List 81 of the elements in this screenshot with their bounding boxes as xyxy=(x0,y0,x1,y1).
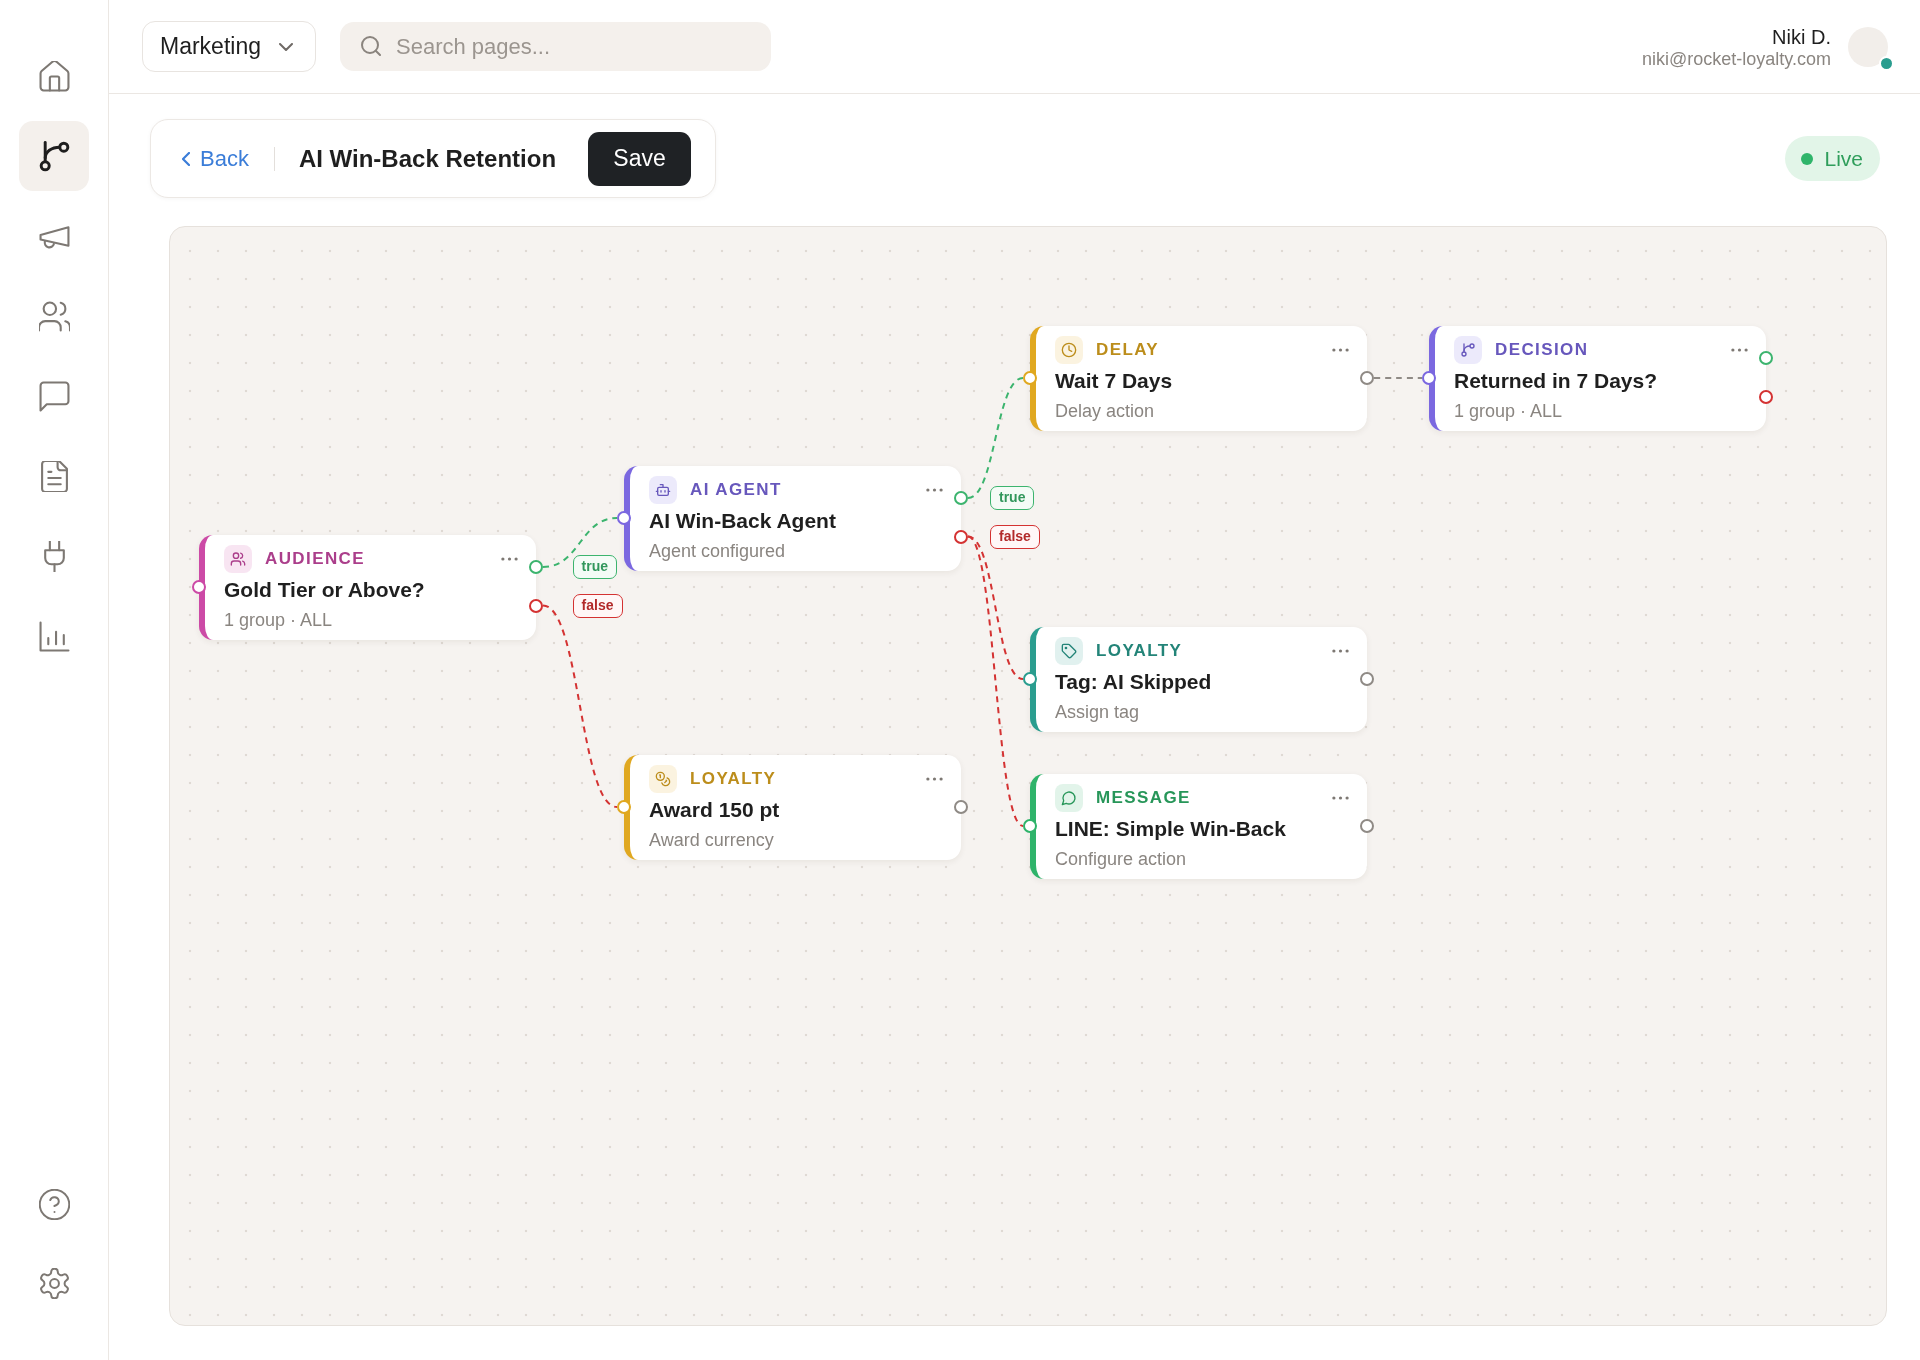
chat-icon xyxy=(38,380,70,412)
save-button[interactable]: Save xyxy=(588,131,692,186)
flow-node[interactable]: LOYALTY Award 150 pt Award currency xyxy=(624,755,961,860)
edge-label: true xyxy=(990,486,1035,510)
node-subtitle: Configure action xyxy=(1055,848,1188,870)
node-title: LINE: Simple Win-Back xyxy=(1055,816,1287,842)
node-title: Wait 7 Days xyxy=(1055,368,1174,394)
edge-label: false xyxy=(572,593,623,618)
connection-port-icon[interactable] xyxy=(617,511,631,525)
connection-port-icon[interactable] xyxy=(1360,371,1374,385)
users-icon xyxy=(224,545,252,573)
user-email: niki@rocket-loyalty.com xyxy=(1642,48,1831,69)
connection-port-icon[interactable] xyxy=(1422,371,1436,385)
user-name: Niki D. xyxy=(1772,24,1831,49)
connection-port-icon[interactable] xyxy=(954,800,968,814)
edge-label: true xyxy=(572,555,618,579)
connection-port-icon[interactable] xyxy=(1360,672,1374,686)
chevron-down-icon xyxy=(279,42,293,51)
edge-label: false xyxy=(990,524,1040,549)
back-link[interactable]: Back xyxy=(182,145,249,172)
flow-node[interactable]: AI AGENT AI Win-Back Agent Agent configured xyxy=(624,466,961,571)
workspace-dropdown[interactable]: Marketing xyxy=(142,21,316,72)
node-category: AUDIENCE xyxy=(265,549,365,569)
tag-icon xyxy=(1055,637,1083,665)
clock-icon xyxy=(1055,336,1083,364)
nav-item[interactable] xyxy=(19,121,89,191)
users-icon xyxy=(38,300,70,332)
status-label: Live xyxy=(1824,146,1863,171)
status-dot-icon xyxy=(1801,152,1814,165)
settings-icon xyxy=(38,1267,70,1299)
avatar-icon[interactable] xyxy=(1848,26,1888,67)
coins-icon xyxy=(649,765,677,793)
more-icon[interactable] xyxy=(501,557,518,561)
robot-icon xyxy=(649,476,677,504)
node-category: MESSAGE xyxy=(1096,788,1191,808)
flow-title: AI Win-Back Retention xyxy=(298,144,557,173)
chevron-left-icon xyxy=(182,151,190,166)
connection-port-icon[interactable] xyxy=(529,560,543,574)
search-icon xyxy=(361,36,381,56)
more-icon[interactable] xyxy=(1332,649,1349,653)
node-category: DELAY xyxy=(1096,340,1160,360)
flow-node[interactable]: MESSAGE LINE: Simple Win-Back Configure action xyxy=(1030,774,1367,879)
node-subtitle: 1 group · ALL xyxy=(1454,400,1564,422)
node-category: LOYALTY xyxy=(690,769,777,789)
node-title: Award 150 pt xyxy=(649,797,781,823)
flow-node[interactable]: DELAY Wait 7 Days Delay action xyxy=(1030,326,1367,431)
flow-node[interactable]: AUDIENCE Gold Tier or Above? 1 group · ALL xyxy=(199,535,536,640)
branch-icon xyxy=(38,140,70,172)
connection-port-icon[interactable] xyxy=(1023,672,1037,686)
more-icon[interactable] xyxy=(1332,348,1349,352)
flow-node[interactable]: LOYALTY Tag: AI Skipped Assign tag xyxy=(1030,627,1367,732)
bar-chart-icon xyxy=(38,620,70,652)
branch-icon xyxy=(1454,336,1482,364)
node-subtitle: Award currency xyxy=(649,829,775,851)
flow-node[interactable]: DECISION Returned in 7 Days? 1 group · ALL xyxy=(1429,326,1766,431)
search-field[interactable]: Search pages... xyxy=(340,22,771,71)
more-icon[interactable] xyxy=(1731,348,1748,352)
connector xyxy=(1373,377,1423,379)
document-icon xyxy=(38,460,70,492)
node-title: Gold Tier or Above? xyxy=(224,577,426,603)
node-subtitle: Agent configured xyxy=(649,540,787,562)
node-title: Returned in 7 Days? xyxy=(1454,368,1659,394)
home-icon xyxy=(38,60,70,92)
node-category: DECISION xyxy=(1495,340,1589,360)
node-subtitle: 1 group · ALL xyxy=(224,609,334,631)
connection-port-icon[interactable] xyxy=(1023,819,1037,833)
more-icon[interactable] xyxy=(926,777,943,781)
node-category: LOYALTY xyxy=(1096,641,1183,661)
connection-port-icon[interactable] xyxy=(1360,819,1374,833)
connection-port-icon[interactable] xyxy=(192,580,206,594)
more-icon[interactable] xyxy=(926,488,943,492)
connection-port-icon[interactable] xyxy=(1759,351,1773,365)
node-title: AI Win-Back Agent xyxy=(649,508,837,534)
node-subtitle: Delay action xyxy=(1055,400,1156,422)
more-icon[interactable] xyxy=(1332,796,1349,800)
connection-port-icon[interactable] xyxy=(954,491,968,505)
chat-bubble-icon xyxy=(1055,784,1083,812)
node-category: AI AGENT xyxy=(690,480,782,500)
node-subtitle: Assign tag xyxy=(1055,701,1141,723)
node-title: Tag: AI Skipped xyxy=(1055,669,1213,695)
help-icon xyxy=(38,1188,70,1220)
